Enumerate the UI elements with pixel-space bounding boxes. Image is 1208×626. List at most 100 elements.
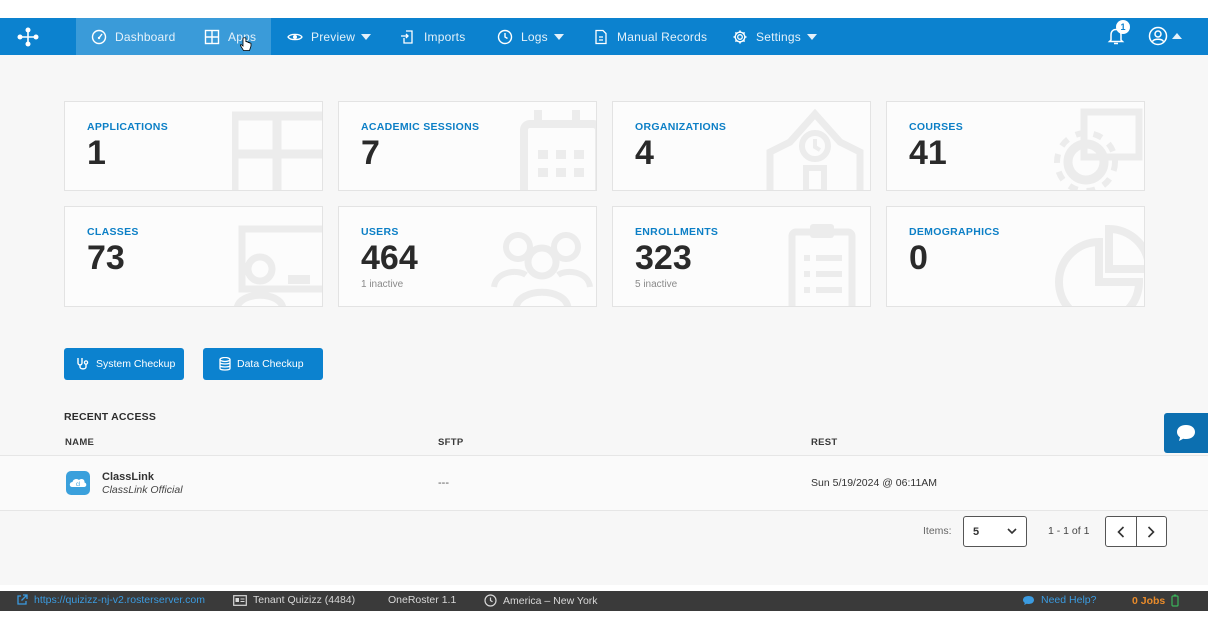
stat-value: 73 bbox=[87, 239, 125, 277]
timezone-label: America – New York bbox=[503, 594, 598, 607]
app-name: ClassLink bbox=[102, 471, 154, 483]
prev-page-button[interactable] bbox=[1106, 517, 1136, 546]
users-bg-icon bbox=[491, 232, 593, 306]
top-navbar: Dashboard Apps Preview Imports Logs Manu… bbox=[0, 18, 1208, 55]
tenant-url: https://quizizz-nj-v2.rosterserver.com bbox=[34, 594, 205, 606]
nav-preview[interactable]: Preview bbox=[287, 18, 372, 55]
recent-access-title: RECENT ACCESS bbox=[64, 411, 157, 423]
calendar-bg-icon bbox=[520, 110, 596, 190]
pie-chart-bg-icon bbox=[1055, 224, 1144, 306]
need-help-label: Need Help? bbox=[1041, 594, 1097, 606]
nav-settings-label: Settings bbox=[756, 29, 801, 44]
stat-sub: 1 inactive bbox=[361, 279, 404, 290]
stat-label: ENROLLMENTS bbox=[635, 226, 719, 238]
hand-cursor-icon bbox=[240, 37, 252, 51]
nav-logs-label: Logs bbox=[521, 29, 548, 44]
gear-icon bbox=[733, 30, 747, 43]
external-link-icon bbox=[17, 594, 28, 605]
stat-label: DEMOGRAPHICS bbox=[909, 226, 1000, 238]
stethoscope-icon bbox=[77, 358, 89, 370]
stat-label: COURSES bbox=[909, 121, 964, 133]
school-bg-icon bbox=[766, 108, 864, 190]
column-header-name: NAME bbox=[65, 437, 95, 448]
status-bar: https://quizizz-nj-v2.rosterserver.com T… bbox=[0, 591, 1208, 611]
stat-card-academic-sessions[interactable]: ACADEMIC SESSIONS 7 bbox=[338, 101, 597, 191]
stat-value: 1 bbox=[87, 134, 106, 172]
chevron-right-icon bbox=[1148, 525, 1156, 538]
apps-grid-icon bbox=[204, 29, 220, 44]
clock-icon bbox=[484, 594, 497, 607]
classroom-bg-icon bbox=[234, 225, 322, 306]
pagination-range: 1 - 1 of 1 bbox=[1048, 525, 1090, 537]
stat-card-classes[interactable]: CLASSES 73 bbox=[64, 206, 323, 307]
grid-bg-icon bbox=[232, 111, 322, 190]
stat-card-courses[interactable]: COURSES 41 bbox=[886, 101, 1145, 191]
items-per-page-value: 5 bbox=[973, 526, 980, 538]
dashboard-icon bbox=[91, 29, 107, 44]
stat-label: USERS bbox=[361, 226, 399, 238]
chevron-down-icon bbox=[361, 33, 372, 40]
chevron-down-icon bbox=[806, 33, 817, 40]
user-menu[interactable] bbox=[1148, 26, 1182, 46]
stat-label: ACADEMIC SESSIONS bbox=[361, 121, 480, 133]
stat-card-demographics[interactable]: DEMOGRAPHICS 0 bbox=[886, 206, 1145, 307]
import-icon bbox=[401, 29, 413, 44]
chat-button[interactable] bbox=[1164, 413, 1208, 453]
stat-card-users[interactable]: USERS 464 1 inactive bbox=[338, 206, 597, 307]
tenant-label: Tenant Quizizz (4484) bbox=[253, 594, 356, 606]
column-header-rest: REST bbox=[811, 437, 838, 448]
svg-text:cl: cl bbox=[76, 482, 80, 488]
stat-value: 4 bbox=[635, 134, 654, 172]
next-page-button[interactable] bbox=[1135, 517, 1166, 546]
nav-imports-label: Imports bbox=[424, 29, 466, 44]
stat-value: 7 bbox=[361, 134, 380, 172]
gear-bg-icon bbox=[1054, 108, 1143, 190]
sftp-value: --- bbox=[438, 477, 449, 489]
notification-badge: 1 bbox=[1116, 20, 1130, 34]
app-subtitle: ClassLink Official bbox=[102, 484, 183, 496]
nav-logs[interactable]: Logs bbox=[497, 18, 564, 55]
timezone-info: America – New York bbox=[484, 594, 598, 607]
column-header-sftp: SFTP bbox=[438, 437, 464, 448]
rosterserver-logo-icon[interactable] bbox=[16, 25, 40, 49]
battery-icon bbox=[1171, 594, 1179, 607]
clipboard-bg-icon bbox=[788, 224, 856, 306]
system-checkup-button[interactable]: System Checkup bbox=[64, 348, 184, 380]
dashboard-main: APPLICATIONS 1 ACADEMIC SESSIONS 7 ORGAN… bbox=[0, 55, 1208, 585]
chat-bubble-icon bbox=[1023, 595, 1034, 605]
rest-value: Sun 5/19/2024 @ 06:11AM bbox=[811, 477, 938, 489]
items-per-page-select[interactable]: 5 bbox=[963, 516, 1027, 547]
nav-manual-records[interactable]: Manual Records bbox=[593, 18, 707, 55]
data-checkup-button[interactable]: Data Checkup bbox=[203, 348, 323, 380]
bottom-margin bbox=[0, 611, 1208, 626]
table-row[interactable]: cl ClassLink ClassLink Official --- Sun … bbox=[0, 455, 1208, 511]
database-icon bbox=[219, 357, 231, 371]
tenant-url-link[interactable]: https://quizizz-nj-v2.rosterserver.com bbox=[16, 594, 205, 606]
stat-card-organizations[interactable]: ORGANIZATIONS 4 bbox=[612, 101, 871, 191]
stat-value: 41 bbox=[909, 134, 947, 172]
stat-label: ORGANIZATIONS bbox=[635, 121, 727, 133]
chevron-up-icon bbox=[1172, 33, 1182, 39]
need-help-link[interactable]: Need Help? bbox=[1022, 594, 1096, 606]
stat-card-enrollments[interactable]: ENROLLMENTS 323 5 inactive bbox=[612, 206, 871, 307]
chevron-down-icon bbox=[553, 33, 564, 40]
nav-manual-records-label: Manual Records bbox=[617, 29, 708, 44]
stat-value: 464 bbox=[361, 239, 418, 277]
oneroster-version-label: OneRoster 1.1 bbox=[388, 594, 457, 606]
jobs-indicator[interactable]: 0 Jobs bbox=[1132, 594, 1179, 607]
id-card-icon bbox=[233, 594, 247, 606]
stat-card-applications[interactable]: APPLICATIONS 1 bbox=[64, 101, 323, 191]
nav-settings[interactable]: Settings bbox=[732, 18, 817, 55]
file-icon bbox=[595, 29, 607, 44]
stat-label: APPLICATIONS bbox=[87, 121, 168, 133]
tenant-info: Tenant Quizizz (4484) bbox=[233, 594, 355, 606]
pager bbox=[1105, 516, 1167, 547]
classlink-app-icon: cl bbox=[66, 471, 90, 495]
data-checkup-label: Data Checkup bbox=[237, 358, 304, 370]
nav-imports[interactable]: Imports bbox=[400, 18, 465, 55]
stat-value: 0 bbox=[909, 239, 928, 277]
chevron-down-icon bbox=[1007, 528, 1017, 535]
jobs-count: 0 Jobs bbox=[1132, 594, 1166, 607]
system-checkup-label: System Checkup bbox=[96, 358, 176, 370]
chevron-left-icon bbox=[1117, 525, 1125, 538]
